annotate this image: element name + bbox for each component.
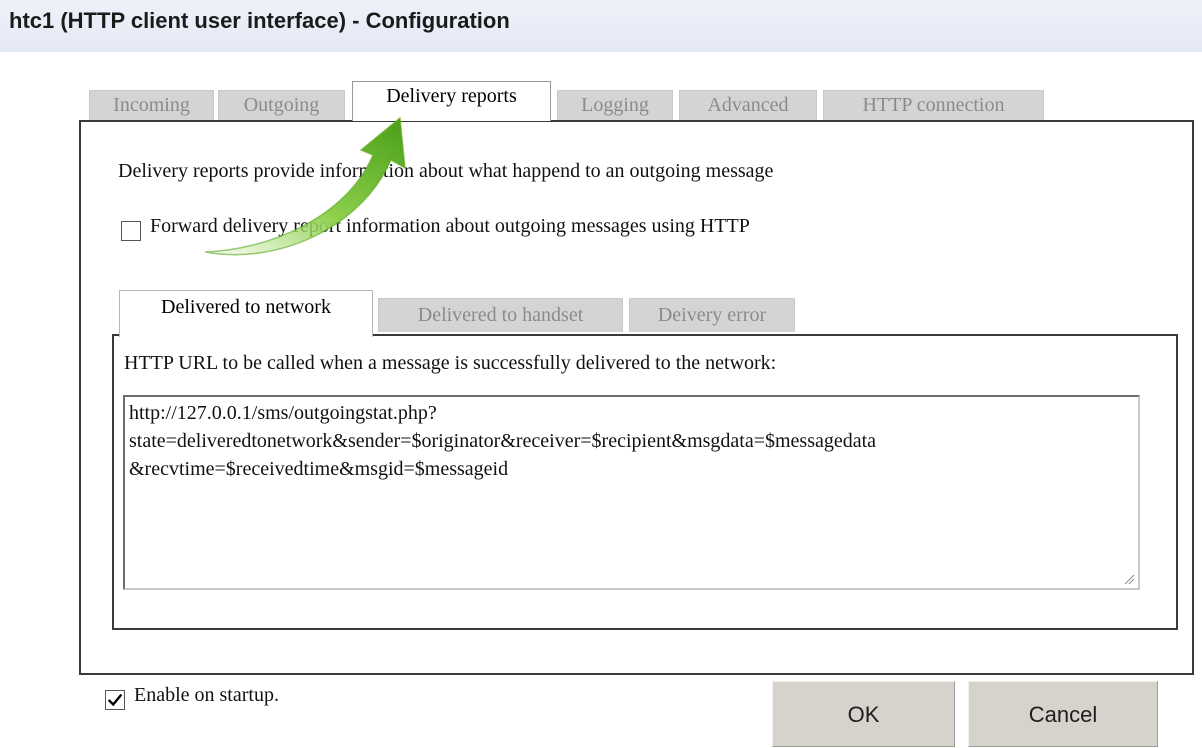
http-url-value[interactable]: http://127.0.0.1/sms/outgoingstat.php? s… (129, 399, 876, 483)
tab-logging[interactable]: Logging (557, 90, 673, 120)
tab-incoming[interactable]: Incoming (89, 90, 214, 120)
tab-advanced[interactable]: Advanced (679, 90, 817, 120)
http-url-label: HTTP URL to be called when a message is … (124, 352, 777, 374)
cancel-button[interactable]: Cancel (968, 681, 1158, 747)
checkmark-icon (107, 693, 123, 707)
forward-delivery-report-checkbox[interactable] (121, 221, 141, 241)
http-url-textarea[interactable]: http://127.0.0.1/sms/outgoingstat.php? s… (123, 395, 1140, 590)
tab-http-connection[interactable]: HTTP connection (823, 90, 1044, 120)
forward-delivery-report-label[interactable]: Forward delivery report information abou… (150, 215, 750, 238)
title-bar: htc1 (HTTP client user interface) - Conf… (0, 0, 1202, 52)
enable-on-startup-checkbox[interactable] (105, 690, 125, 710)
tab-outgoing[interactable]: Outgoing (218, 90, 345, 120)
tab-delivery-reports[interactable]: Delivery reports (352, 81, 551, 121)
ok-button[interactable]: OK (772, 681, 955, 747)
delivery-reports-description: Delivery reports provide information abo… (118, 160, 774, 182)
subtab-delivery-error[interactable]: Deivery error (629, 298, 795, 332)
subtab-delivered-to-handset[interactable]: Delivered to handset (378, 298, 623, 332)
resize-grip-icon[interactable] (1123, 573, 1135, 585)
subtab-delivered-to-network[interactable]: Delivered to network (119, 290, 373, 337)
window-title: htc1 (HTTP client user interface) - Conf… (9, 8, 510, 33)
enable-on-startup-label[interactable]: Enable on startup. (134, 684, 279, 707)
